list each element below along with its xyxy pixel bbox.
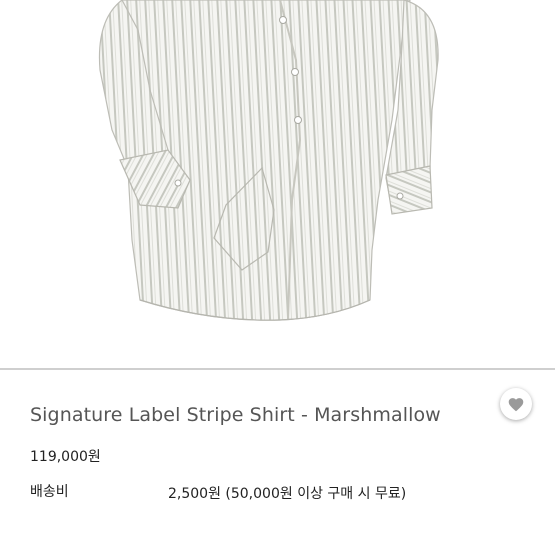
product-title: Signature Label Stripe Shirt - Marshmall… (30, 404, 441, 426)
favorite-button[interactable] (500, 388, 532, 420)
product-price: 119,000원 (30, 449, 101, 465)
shipping-label: 배송비 (30, 484, 69, 500)
heart-icon (508, 398, 524, 412)
shipping-value: 2,500원 (50,000원 이상 구매 시 무료) (168, 486, 407, 502)
section-divider (0, 368, 555, 370)
product-image (0, 0, 555, 368)
